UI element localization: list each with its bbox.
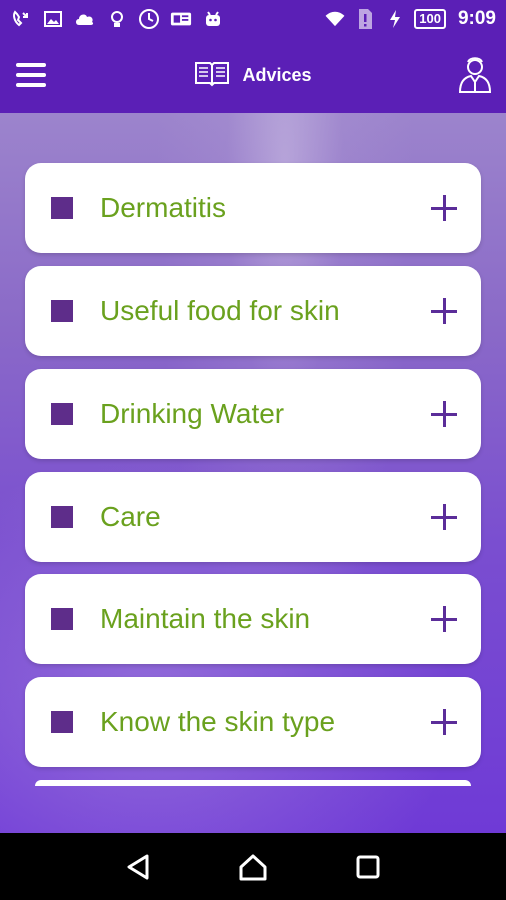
system-icons: 100 9:09	[324, 8, 496, 30]
advice-item-maintain-skin[interactable]: Maintain the skin	[25, 574, 481, 664]
news-icon	[170, 8, 192, 30]
menu-icon	[16, 63, 46, 67]
clock-icon	[138, 8, 160, 30]
recents-icon	[356, 855, 380, 878]
battery-level: 100	[414, 9, 446, 29]
bullet-square	[51, 403, 73, 425]
expand-plus-icon[interactable]	[431, 606, 457, 632]
back-icon	[127, 854, 149, 879]
user-icon	[458, 57, 492, 93]
recents-button[interactable]	[348, 847, 388, 887]
system-nav-bar	[0, 833, 506, 900]
bullet-square	[51, 300, 73, 322]
advice-label: Drinking Water	[100, 398, 285, 429]
expand-plus-icon[interactable]	[431, 195, 457, 221]
back-button[interactable]	[118, 847, 158, 887]
page-title-group: Advices	[194, 59, 312, 92]
home-button[interactable]	[233, 847, 273, 887]
image-icon	[42, 8, 64, 30]
sim-alert-icon	[354, 8, 376, 30]
advice-item-dermatitis[interactable]: Dermatitis	[25, 163, 481, 253]
clock: 9:09	[457, 8, 496, 29]
advice-label: Care	[100, 501, 161, 532]
advice-label: Maintain the skin	[100, 603, 311, 634]
wifi-icon	[324, 8, 346, 30]
advice-item-care[interactable]: Care	[25, 472, 481, 562]
page-title: Advices	[242, 65, 312, 85]
notification-icons	[10, 8, 324, 30]
advice-item-drinking-water[interactable]: Drinking Water	[25, 369, 481, 459]
profile-button[interactable]	[458, 56, 492, 94]
charging-icon	[384, 8, 406, 30]
book-icon	[194, 59, 230, 92]
missed-call-icon	[10, 8, 32, 30]
home-icon	[239, 854, 267, 880]
lightbulb-icon	[106, 8, 128, 30]
android-icon	[202, 8, 224, 30]
expand-plus-icon[interactable]	[431, 504, 457, 530]
bullet-square	[51, 711, 73, 733]
status-bar: 100 9:09	[0, 0, 506, 38]
advice-label: Know the skin type	[100, 706, 336, 737]
bullet-square	[51, 608, 73, 630]
advice-item-skin-type[interactable]: Know the skin type	[25, 677, 481, 767]
menu-button[interactable]	[14, 60, 48, 90]
advice-label: Dermatitis	[100, 192, 227, 223]
cloud-icon	[74, 8, 96, 30]
advices-list-area[interactable]: Dermatitis Useful food for skin Drinking…	[0, 113, 506, 833]
advice-item-useful-food[interactable]: Useful food for skin	[25, 266, 481, 356]
advice-item-partial[interactable]	[35, 780, 471, 786]
bullet-square	[51, 197, 73, 219]
advice-label: Useful food for skin	[100, 295, 340, 326]
expand-plus-icon[interactable]	[431, 401, 457, 427]
expand-plus-icon[interactable]	[431, 709, 457, 735]
app-bar: Advices	[0, 38, 506, 113]
expand-plus-icon[interactable]	[431, 298, 457, 324]
bullet-square	[51, 506, 73, 528]
